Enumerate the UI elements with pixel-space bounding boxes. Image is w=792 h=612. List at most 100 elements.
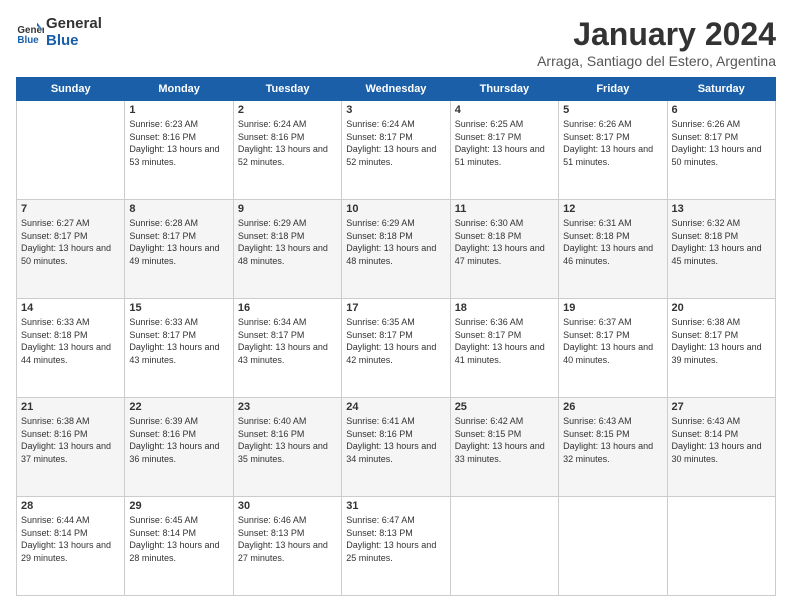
cell-day-number: 18 [455,302,554,314]
cell-info: Sunrise: 6:27 AM Sunset: 8:17 PM Dayligh… [21,217,120,267]
cell-info: Sunrise: 6:39 AM Sunset: 8:16 PM Dayligh… [129,415,228,465]
cell-info: Sunrise: 6:38 AM Sunset: 8:16 PM Dayligh… [21,415,120,465]
calendar-cell: 25 Sunrise: 6:42 AM Sunset: 8:15 PM Dayli… [450,398,558,497]
calendar-week-row: 14 Sunrise: 6:33 AM Sunset: 8:18 PM Dayli… [17,299,776,398]
page: General Blue General Blue January 2024 A… [0,0,792,612]
cell-info: Sunrise: 6:37 AM Sunset: 8:17 PM Dayligh… [563,316,662,366]
cell-info: Sunrise: 6:32 AM Sunset: 8:18 PM Dayligh… [672,217,771,267]
cell-day-number: 21 [21,401,120,413]
cell-day-number: 26 [563,401,662,413]
cell-info: Sunrise: 6:33 AM Sunset: 8:18 PM Dayligh… [21,316,120,366]
calendar-cell: 12 Sunrise: 6:31 AM Sunset: 8:18 PM Dayli… [559,200,667,299]
cell-day-number: 16 [238,302,337,314]
cell-info: Sunrise: 6:29 AM Sunset: 8:18 PM Dayligh… [346,217,445,267]
cell-info: Sunrise: 6:44 AM Sunset: 8:14 PM Dayligh… [21,514,120,564]
cell-info: Sunrise: 6:42 AM Sunset: 8:15 PM Dayligh… [455,415,554,465]
calendar-cell: 5 Sunrise: 6:26 AM Sunset: 8:17 PM Daylig… [559,101,667,200]
main-title: January 2024 [537,16,776,53]
cell-info: Sunrise: 6:30 AM Sunset: 8:18 PM Dayligh… [455,217,554,267]
cell-day-number: 13 [672,203,771,215]
cell-info: Sunrise: 6:35 AM Sunset: 8:17 PM Dayligh… [346,316,445,366]
header: General Blue General Blue January 2024 A… [16,16,776,69]
subtitle: Arraga, Santiago del Estero, Argentina [537,53,776,69]
logo-blue: Blue [46,33,102,50]
calendar-cell [667,497,775,596]
calendar-week-row: 7Sunrise: 6:27 AM Sunset: 8:17 PM Daylig… [17,200,776,299]
cell-day-number: 3 [346,104,445,116]
cell-info: Sunrise: 6:31 AM Sunset: 8:18 PM Dayligh… [563,217,662,267]
day-header-thursday: Thursday [450,78,558,101]
calendar-cell: 15Sunrise: 6:33 AM Sunset: 8:17 PM Dayli… [125,299,233,398]
cell-day-number: 12 [563,203,662,215]
calendar-cell: 28 Sunrise: 6:44 AM Sunset: 8:14 PM Dayli… [17,497,125,596]
calendar-cell: 16 Sunrise: 6:34 AM Sunset: 8:17 PM Dayli… [233,299,341,398]
calendar-cell [450,497,558,596]
cell-day-number: 23 [238,401,337,413]
calendar-cell: 30Sunrise: 6:46 AM Sunset: 8:13 PM Dayli… [233,497,341,596]
cell-day-number: 27 [672,401,771,413]
calendar-cell: 2 Sunrise: 6:24 AM Sunset: 8:16 PM Daylig… [233,101,341,200]
calendar-cell: 11Sunrise: 6:30 AM Sunset: 8:18 PM Dayli… [450,200,558,299]
cell-info: Sunrise: 6:33 AM Sunset: 8:17 PM Dayligh… [129,316,228,366]
calendar-cell: 7Sunrise: 6:27 AM Sunset: 8:17 PM Daylig… [17,200,125,299]
calendar-cell: 3 Sunrise: 6:24 AM Sunset: 8:17 PM Daylig… [342,101,450,200]
cell-day-number: 5 [563,104,662,116]
calendar-body: 1 Sunrise: 6:23 AM Sunset: 8:16 PM Daylig… [17,101,776,596]
calendar-week-row: 21 Sunrise: 6:38 AM Sunset: 8:16 PM Dayli… [17,398,776,497]
cell-info: Sunrise: 6:28 AM Sunset: 8:17 PM Dayligh… [129,217,228,267]
cell-day-number: 29 [129,500,228,512]
cell-info: Sunrise: 6:26 AM Sunset: 8:17 PM Dayligh… [563,118,662,168]
cell-info: Sunrise: 6:24 AM Sunset: 8:17 PM Dayligh… [346,118,445,168]
calendar-cell: 19Sunrise: 6:37 AM Sunset: 8:17 PM Dayli… [559,299,667,398]
cell-day-number: 6 [672,104,771,116]
logo-general: General [46,16,102,33]
title-block: January 2024 Arraga, Santiago del Estero… [537,16,776,69]
calendar-cell: 23Sunrise: 6:40 AM Sunset: 8:16 PM Dayli… [233,398,341,497]
calendar-table: SundayMondayTuesdayWednesdayThursdayFrid… [16,77,776,596]
cell-day-number: 20 [672,302,771,314]
cell-info: Sunrise: 6:43 AM Sunset: 8:14 PM Dayligh… [672,415,771,465]
cell-day-number: 22 [129,401,228,413]
day-header-saturday: Saturday [667,78,775,101]
calendar-cell: 8 Sunrise: 6:28 AM Sunset: 8:17 PM Daylig… [125,200,233,299]
calendar-cell: 26 Sunrise: 6:43 AM Sunset: 8:15 PM Dayli… [559,398,667,497]
cell-day-number: 25 [455,401,554,413]
calendar-cell: 20Sunrise: 6:38 AM Sunset: 8:17 PM Dayli… [667,299,775,398]
cell-day-number: 28 [21,500,120,512]
cell-day-number: 4 [455,104,554,116]
calendar-cell: 9Sunrise: 6:29 AM Sunset: 8:18 PM Daylig… [233,200,341,299]
cell-day-number: 1 [129,104,228,116]
logo-icon: General Blue [16,19,44,47]
cell-day-number: 8 [129,203,228,215]
calendar-cell: 13 Sunrise: 6:32 AM Sunset: 8:18 PM Dayli… [667,200,775,299]
cell-day-number: 2 [238,104,337,116]
cell-day-number: 24 [346,401,445,413]
day-header-wednesday: Wednesday [342,78,450,101]
cell-day-number: 31 [346,500,445,512]
cell-day-number: 10 [346,203,445,215]
cell-day-number: 14 [21,302,120,314]
cell-info: Sunrise: 6:47 AM Sunset: 8:13 PM Dayligh… [346,514,445,564]
calendar-cell [559,497,667,596]
cell-info: Sunrise: 6:41 AM Sunset: 8:16 PM Dayligh… [346,415,445,465]
calendar-cell: 27 Sunrise: 6:43 AM Sunset: 8:14 PM Dayli… [667,398,775,497]
calendar-cell: 31 Sunrise: 6:47 AM Sunset: 8:13 PM Dayli… [342,497,450,596]
cell-info: Sunrise: 6:43 AM Sunset: 8:15 PM Dayligh… [563,415,662,465]
calendar-cell: 10 Sunrise: 6:29 AM Sunset: 8:18 PM Dayli… [342,200,450,299]
cell-info: Sunrise: 6:23 AM Sunset: 8:16 PM Dayligh… [129,118,228,168]
svg-text:Blue: Blue [17,34,39,45]
cell-info: Sunrise: 6:36 AM Sunset: 8:17 PM Dayligh… [455,316,554,366]
cell-info: Sunrise: 6:24 AM Sunset: 8:16 PM Dayligh… [238,118,337,168]
cell-day-number: 9 [238,203,337,215]
day-header-friday: Friday [559,78,667,101]
cell-info: Sunrise: 6:46 AM Sunset: 8:13 PM Dayligh… [238,514,337,564]
calendar-week-row: 28 Sunrise: 6:44 AM Sunset: 8:14 PM Dayli… [17,497,776,596]
calendar-cell: 1 Sunrise: 6:23 AM Sunset: 8:16 PM Daylig… [125,101,233,200]
calendar-cell: 4Sunrise: 6:25 AM Sunset: 8:17 PM Daylig… [450,101,558,200]
cell-info: Sunrise: 6:34 AM Sunset: 8:17 PM Dayligh… [238,316,337,366]
cell-info: Sunrise: 6:26 AM Sunset: 8:17 PM Dayligh… [672,118,771,168]
cell-day-number: 17 [346,302,445,314]
day-header-tuesday: Tuesday [233,78,341,101]
day-header-monday: Monday [125,78,233,101]
calendar-cell: 6 Sunrise: 6:26 AM Sunset: 8:17 PM Daylig… [667,101,775,200]
